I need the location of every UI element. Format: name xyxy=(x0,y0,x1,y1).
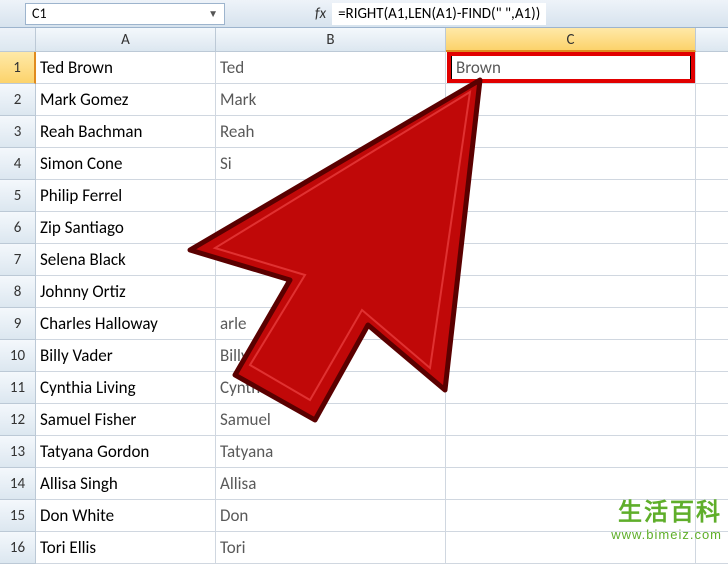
row-header[interactable]: 15 xyxy=(0,500,36,532)
cell[interactable] xyxy=(446,148,696,180)
watermark-url: www.bimeiz.com xyxy=(611,527,722,542)
column-header-c[interactable]: C xyxy=(446,28,696,52)
row-header[interactable]: 4 xyxy=(0,148,36,180)
cell[interactable] xyxy=(216,244,446,276)
cell[interactable]: Don White xyxy=(36,500,216,532)
row-header[interactable]: 8 xyxy=(0,276,36,308)
formula-input[interactable]: =RIGHT(A1,LEN(A1)-FIND(" ",A1)) xyxy=(332,3,546,25)
cell[interactable] xyxy=(446,436,696,468)
cell[interactable]: Reah Bachman xyxy=(36,116,216,148)
cell[interactable]: Tori Ellis xyxy=(36,532,216,564)
cell[interactable]: Cyntha xyxy=(216,372,446,404)
cell[interactable]: Zip Santiago xyxy=(36,212,216,244)
spreadsheet-grid[interactable]: ABC1Ted BrownTedBrown2Mark GomezMark3Rea… xyxy=(0,28,728,564)
cell[interactable] xyxy=(696,308,728,340)
cell[interactable]: arle xyxy=(216,308,446,340)
cell[interactable] xyxy=(446,308,696,340)
cell[interactable]: Don xyxy=(216,500,446,532)
cell[interactable] xyxy=(446,116,696,148)
cell[interactable]: Ted Brown xyxy=(36,52,216,84)
cell[interactable] xyxy=(696,84,728,116)
cell[interactable] xyxy=(696,148,728,180)
cell[interactable] xyxy=(216,212,446,244)
row-header[interactable]: 13 xyxy=(0,436,36,468)
row-header[interactable]: 3 xyxy=(0,116,36,148)
cell[interactable] xyxy=(446,180,696,212)
cell[interactable]: Mark xyxy=(216,84,446,116)
cell[interactable] xyxy=(446,404,696,436)
cell[interactable]: Allisa xyxy=(216,468,446,500)
cell[interactable]: Billy xyxy=(216,340,446,372)
cell[interactable] xyxy=(696,116,728,148)
cell[interactable] xyxy=(446,212,696,244)
cell[interactable]: Tatyana Gordon xyxy=(36,436,216,468)
row-header[interactable]: 6 xyxy=(0,212,36,244)
row-header[interactable]: 1 xyxy=(0,52,36,84)
cell[interactable] xyxy=(446,276,696,308)
cell[interactable] xyxy=(696,276,728,308)
cell[interactable] xyxy=(446,340,696,372)
cell[interactable]: Charles Halloway xyxy=(36,308,216,340)
row-header[interactable]: 5 xyxy=(0,180,36,212)
cell[interactable]: Allisa Singh xyxy=(36,468,216,500)
cell[interactable]: Selena Black xyxy=(36,244,216,276)
cell[interactable] xyxy=(696,404,728,436)
cell-reference: C1 xyxy=(32,5,47,22)
cell[interactable]: Tatyana xyxy=(216,436,446,468)
cell[interactable] xyxy=(696,244,728,276)
cell[interactable]: Simon Cone xyxy=(36,148,216,180)
row-header[interactable]: 9 xyxy=(0,308,36,340)
cell[interactable] xyxy=(216,180,446,212)
cell[interactable]: Reah xyxy=(216,116,446,148)
row-header[interactable]: 11 xyxy=(0,372,36,404)
cell[interactable]: Samuel xyxy=(216,404,446,436)
cell[interactable]: Johnny Ortiz xyxy=(36,276,216,308)
watermark: 生活百科 www.bimeiz.com xyxy=(611,492,722,542)
row-header[interactable]: 10 xyxy=(0,340,36,372)
watermark-text: 生活百科 xyxy=(611,492,722,527)
cell[interactable]: Si xyxy=(216,148,446,180)
active-cell[interactable]: Brown xyxy=(446,52,696,84)
cell[interactable]: Ted xyxy=(216,52,446,84)
cell[interactable] xyxy=(696,436,728,468)
cell[interactable] xyxy=(446,244,696,276)
formula-bar: C1 ▼ fx =RIGHT(A1,LEN(A1)-FIND(" ",A1)) xyxy=(0,0,728,28)
cell[interactable] xyxy=(696,340,728,372)
row-header[interactable]: 2 xyxy=(0,84,36,116)
fx-icon[interactable]: fx xyxy=(315,5,326,23)
formula-section: fx =RIGHT(A1,LEN(A1)-FIND(" ",A1)) xyxy=(315,3,550,25)
cell[interactable]: Billy Vader xyxy=(36,340,216,372)
cell[interactable] xyxy=(446,372,696,404)
row-header[interactable]: 7 xyxy=(0,244,36,276)
cell[interactable]: Cynthia Living xyxy=(36,372,216,404)
column-header[interactable] xyxy=(696,28,728,52)
row-header[interactable]: 12 xyxy=(0,404,36,436)
cell[interactable]: Tori xyxy=(216,532,446,564)
row-header[interactable]: 16 xyxy=(0,532,36,564)
name-box-dropdown-icon[interactable]: ▼ xyxy=(208,7,218,20)
name-box[interactable]: C1 ▼ xyxy=(25,3,225,25)
cell[interactable] xyxy=(696,52,728,84)
row-header[interactable]: 14 xyxy=(0,468,36,500)
cell[interactable]: Philip Ferrel xyxy=(36,180,216,212)
cell[interactable]: Samuel Fisher xyxy=(36,404,216,436)
cell[interactable] xyxy=(696,212,728,244)
cell[interactable] xyxy=(696,180,728,212)
cell[interactable] xyxy=(446,84,696,116)
column-header-a[interactable]: A xyxy=(36,28,216,52)
cell[interactable] xyxy=(216,276,446,308)
cell[interactable]: Mark Gomez xyxy=(36,84,216,116)
select-all-corner[interactable] xyxy=(0,28,36,52)
column-header-b[interactable]: B xyxy=(216,28,446,52)
cell[interactable] xyxy=(696,372,728,404)
